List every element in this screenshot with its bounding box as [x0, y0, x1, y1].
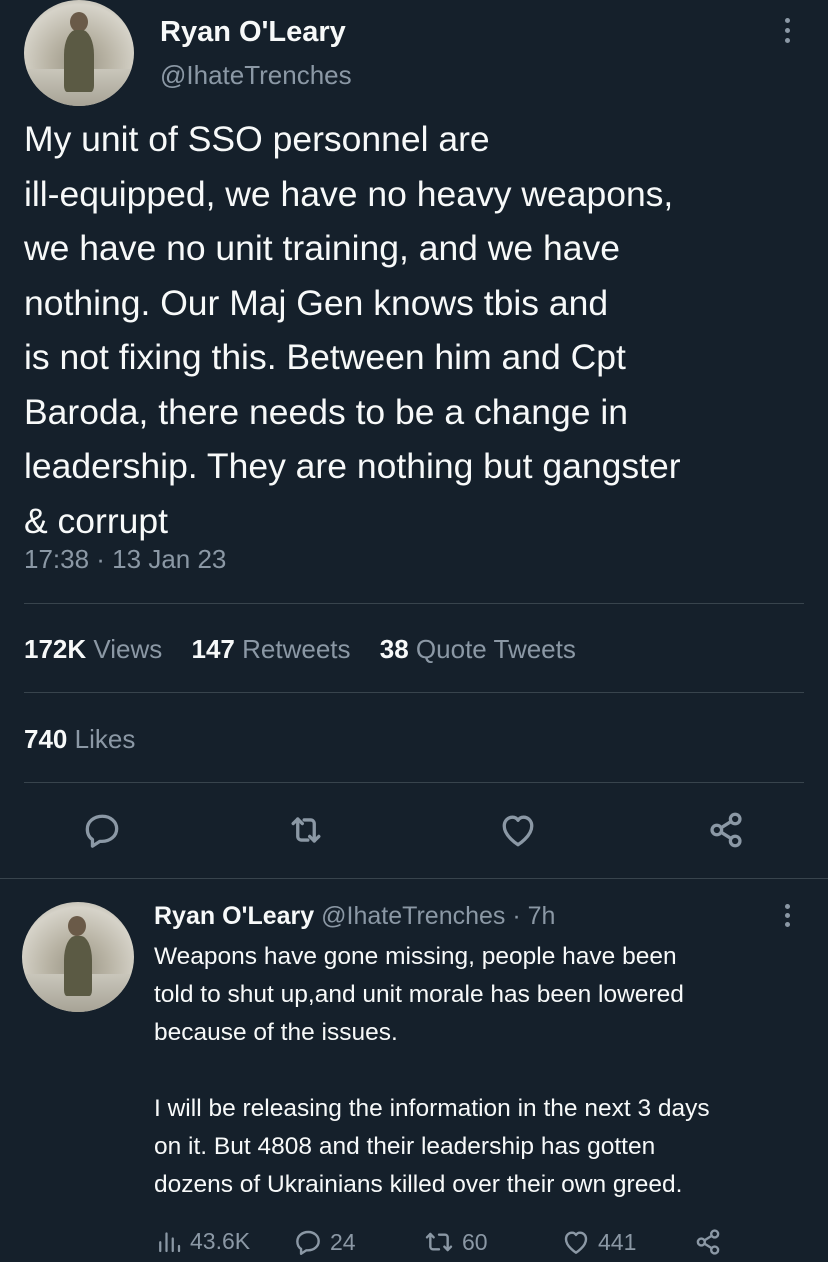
quote-tweets-stat[interactable]: 38 Quote Tweets: [380, 634, 576, 665]
reply-action-bar: 43.6K 24 60 441: [154, 1226, 814, 1262]
reply-button[interactable]: 24: [292, 1226, 356, 1258]
thread-separator: [0, 878, 828, 879]
author-handle[interactable]: @IhateTrenches: [321, 902, 505, 930]
author-handle[interactable]: @IhateTrenches: [160, 60, 352, 91]
retweets-stat[interactable]: 147 Retweets: [192, 634, 351, 665]
divider: [24, 603, 804, 604]
separator: ·: [512, 902, 521, 930]
reply-icon: [296, 1230, 320, 1255]
tweet-text: My unit of SSO personnel are ill-equippe…: [24, 119, 681, 541]
author-name[interactable]: Ryan O'Leary: [160, 16, 346, 49]
reply-header: Ryan O'Leary @IhateTrenches · 7h: [154, 902, 555, 931]
like-icon[interactable]: [496, 808, 540, 852]
share-icon: [696, 1229, 720, 1255]
divider: [24, 782, 804, 783]
views-button[interactable]: 43.6K: [154, 1226, 250, 1256]
avatar[interactable]: [24, 0, 134, 106]
tweet-timestamp[interactable]: 17:38 · 13 Jan 23: [24, 544, 226, 575]
retweet-count: 60: [462, 1228, 488, 1255]
more-options-icon[interactable]: [782, 18, 792, 48]
reply-text: Weapons have gone missing, people have b…: [154, 943, 710, 1198]
engagement-stats: 172K Views 147 Retweets 38 Quote Tweets: [24, 634, 598, 665]
author-name[interactable]: Ryan O'Leary: [154, 902, 314, 930]
reply-icon[interactable]: [80, 808, 124, 852]
views-stat: 172K Views: [24, 634, 163, 664]
retweet-icon: [425, 1232, 453, 1252]
more-options-icon[interactable]: [782, 904, 792, 934]
likes-stat[interactable]: 740 Likes: [24, 724, 135, 755]
like-count: 441: [598, 1228, 637, 1255]
share-button[interactable]: [692, 1226, 724, 1258]
share-icon[interactable]: [704, 808, 748, 852]
views-count: 43.6K: [190, 1227, 251, 1254]
like-icon: [564, 1231, 588, 1254]
like-button[interactable]: 441: [560, 1226, 636, 1258]
retweet-button[interactable]: 60: [422, 1226, 488, 1258]
reply-count: 24: [330, 1228, 356, 1255]
divider: [24, 692, 804, 693]
views-icon: [159, 1232, 181, 1253]
reply-time[interactable]: 7h: [528, 902, 556, 930]
avatar[interactable]: [22, 902, 134, 1012]
main-tweet: Ryan O'Leary @IhateTrenches My unit of S…: [0, 0, 828, 876]
retweet-icon[interactable]: [284, 808, 328, 852]
